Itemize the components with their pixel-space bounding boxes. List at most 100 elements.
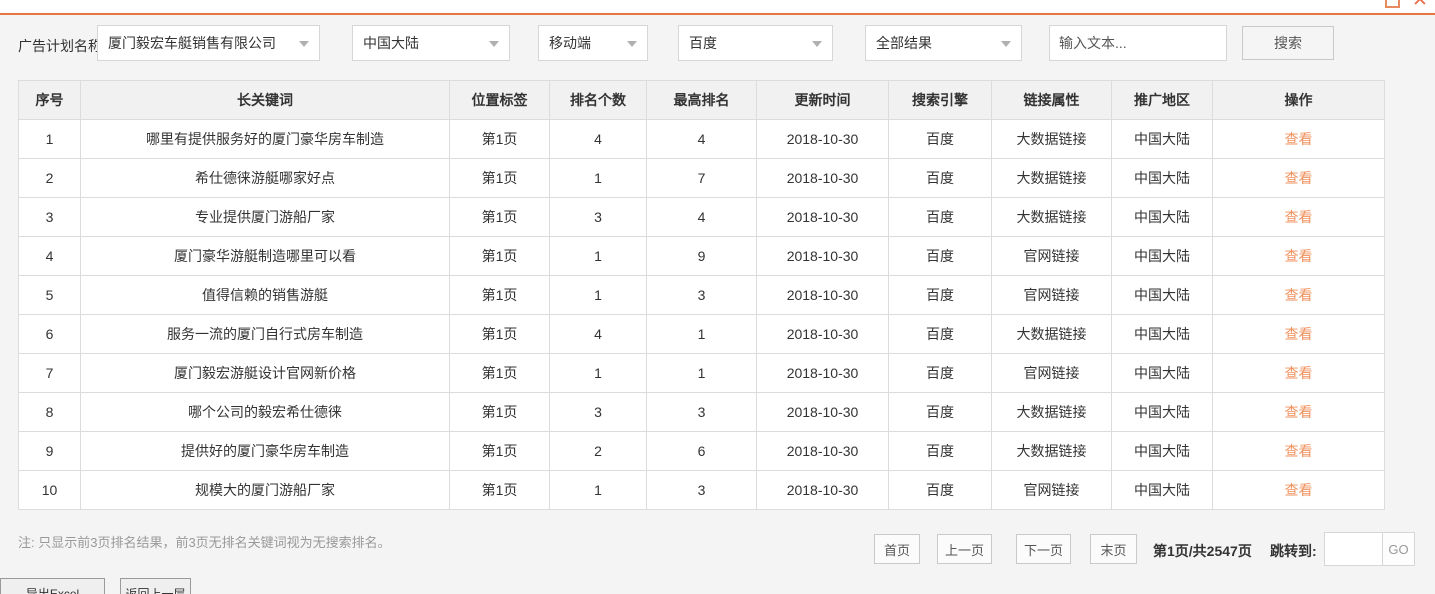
table-cell: 提供好的厦门豪华房车制造 [80, 431, 450, 471]
jump-to-input[interactable] [1325, 533, 1382, 565]
table-cell: 百度 [888, 236, 992, 276]
table-cell: 中国大陆 [1111, 353, 1213, 393]
close-icon[interactable]: ✕ [1409, 0, 1431, 12]
table-cell: 1 [549, 275, 647, 315]
table-cell: 中国大陆 [1111, 197, 1213, 237]
go-button[interactable]: GO [1382, 533, 1414, 565]
column-header: 长关键词 [80, 80, 450, 120]
chevron-down-icon [489, 41, 499, 47]
table-cell: 大数据链接 [991, 158, 1112, 198]
table-cell: 2018-10-30 [756, 119, 889, 159]
region-select[interactable]: 中国大陆 [352, 25, 510, 61]
view-link[interactable]: 查看 [1285, 131, 1313, 147]
table-cell: 百度 [888, 392, 992, 432]
view-link[interactable]: 查看 [1285, 482, 1313, 498]
ad-plan-select[interactable]: 厦门毅宏车艇销售有限公司 [97, 25, 320, 61]
keyword-search-input[interactable] [1049, 25, 1227, 61]
table-cell: 中国大陆 [1111, 431, 1213, 471]
column-header: 搜索引擎 [888, 80, 992, 120]
table-cell: 第1页 [449, 236, 550, 276]
table-cell: 中国大陆 [1111, 158, 1213, 198]
table-cell: 百度 [888, 158, 992, 198]
table-row: 8 哪个公司的毅宏希仕德徕 第1页 3 3 2018-10-30 百度 大数据链接 中国大陆 查看 [18, 392, 1385, 432]
view-link[interactable]: 查看 [1285, 365, 1313, 381]
table-row: 7 厦门毅宏游艇设计官网新价格 第1页 1 1 2018-10-30 百度 官网链接 中国大陆查… [18, 353, 1385, 393]
search-button[interactable]: 搜索 [1242, 26, 1334, 60]
table-cell: 7 [646, 158, 757, 198]
table-cell: 9 [646, 236, 757, 276]
table-cell: 3 [549, 392, 647, 432]
table-cell: 厦门豪华游艇制造哪里可以看 [80, 236, 450, 276]
next-page-button[interactable]: 下一页 [1016, 534, 1071, 564]
device-select[interactable]: 移动端 [538, 25, 648, 61]
table-cell: 第1页 [449, 314, 550, 354]
column-header: 排名个数 [549, 80, 647, 120]
table-cell: 7 [18, 353, 81, 393]
table-cell: 第1页 [449, 158, 550, 198]
table-cell: 4 [18, 236, 81, 276]
column-header: 更新时间 [756, 80, 889, 120]
table-cell: 6 [646, 431, 757, 471]
table-cell: 2 [18, 158, 81, 198]
keyword-ranking-table: 序号 长关键词 位置标签 排名个数 最高排名 更新时间 搜索引擎 链接属性 推广地区 操作 1 哪里… [18, 80, 1385, 510]
action-cell: 查看 [1212, 392, 1385, 432]
table-cell: 2018-10-30 [756, 275, 889, 315]
table-cell: 中国大陆 [1111, 275, 1213, 315]
view-link[interactable]: 查看 [1285, 326, 1313, 342]
table-cell: 2018-10-30 [756, 431, 889, 471]
table-cell: 中国大陆 [1111, 392, 1213, 432]
result-filter-select[interactable]: 全部结果 [865, 25, 1022, 61]
table-cell: 哪个公司的毅宏希仕德徕 [80, 392, 450, 432]
table-cell: 2018-10-30 [756, 158, 889, 198]
table-cell: 第1页 [449, 119, 550, 159]
table-cell: 官网链接 [991, 275, 1112, 315]
table-cell: 8 [18, 392, 81, 432]
table-cell: 中国大陆 [1111, 119, 1213, 159]
first-page-button[interactable]: 首页 [874, 534, 920, 564]
table-cell: 百度 [888, 470, 992, 510]
restore-window-icon[interactable] [1385, 0, 1400, 8]
table-row: 2 希仕德徕游艇哪家好点 第1页 1 7 2018-10-30 百度 大数据链接 中国大陆 查看 [18, 158, 1385, 198]
table-cell: 大数据链接 [991, 197, 1112, 237]
back-button[interactable]: 返回上一层 [120, 578, 191, 594]
column-header: 操作 [1212, 80, 1385, 120]
ad-plan-select-value: 厦门毅宏车艇销售有限公司 [108, 35, 276, 51]
view-link[interactable]: 查看 [1285, 248, 1313, 264]
app-window: ✕ 广告计划名称: 厦门毅宏车艇销售有限公司 中国大陆 移动端 百度 全部结果 … [0, 0, 1435, 594]
region-select-value: 中国大陆 [363, 35, 419, 51]
action-cell: 查看 [1212, 314, 1385, 354]
view-link[interactable]: 查看 [1285, 404, 1313, 420]
view-link[interactable]: 查看 [1285, 443, 1313, 459]
view-link[interactable]: 查看 [1285, 209, 1313, 225]
last-page-button[interactable]: 末页 [1090, 534, 1137, 564]
table-cell: 专业提供厦门游船厂家 [80, 197, 450, 237]
table-cell: 3 [646, 392, 757, 432]
table-cell: 第1页 [449, 392, 550, 432]
table-cell: 哪里有提供服务好的厦门豪华房车制造 [80, 119, 450, 159]
previous-page-button[interactable]: 上一页 [937, 534, 992, 564]
table-cell: 第1页 [449, 353, 550, 393]
view-link[interactable]: 查看 [1285, 170, 1313, 186]
export-excel-button[interactable]: 导出Excel [0, 578, 105, 594]
table-cell: 官网链接 [991, 353, 1112, 393]
table-cell: 服务一流的厦门自行式房车制造 [80, 314, 450, 354]
table-cell: 2018-10-30 [756, 197, 889, 237]
table-cell: 百度 [888, 353, 992, 393]
column-header: 链接属性 [991, 80, 1112, 120]
result-filter-select-value: 全部结果 [876, 35, 932, 51]
table-row: 5 值得信赖的销售游艇 第1页 1 3 2018-10-30 百度 官网链接 中国大陆 查看 [18, 275, 1385, 315]
table-cell: 1 [646, 314, 757, 354]
table-cell: 希仕德徕游艇哪家好点 [80, 158, 450, 198]
table-row: 1 哪里有提供服务好的厦门豪华房车制造 第1页 4 4 2018-10-30 百度 大数据链接… [18, 119, 1385, 159]
table-cell: 官网链接 [991, 470, 1112, 510]
table-cell: 官网链接 [991, 236, 1112, 276]
table-cell: 2018-10-30 [756, 314, 889, 354]
table-cell: 2018-10-30 [756, 353, 889, 393]
table-cell: 9 [18, 431, 81, 471]
table-row: 4 厦门豪华游艇制造哪里可以看 第1页 1 9 2018-10-30 百度 官网链接 中国大陆 查… [18, 236, 1385, 276]
engine-select-value: 百度 [689, 35, 717, 51]
chevron-down-icon [812, 41, 822, 47]
engine-select[interactable]: 百度 [678, 25, 833, 61]
table-cell: 1 [549, 236, 647, 276]
view-link[interactable]: 查看 [1285, 287, 1313, 303]
